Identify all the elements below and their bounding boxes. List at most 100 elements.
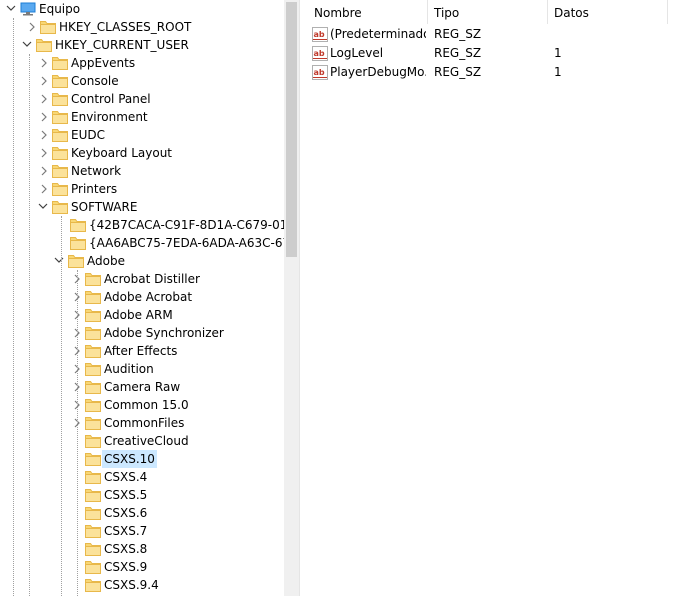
tree-node-label: CommonFiles (104, 416, 185, 430)
chevron-right-icon[interactable] (73, 414, 83, 432)
tree-node[interactable]: {AA6ABC75-7EDA-6ADA-A63C-6782( (0, 234, 284, 252)
tree-node[interactable]: Console (0, 72, 284, 90)
tree-node-label: {AA6ABC75-7EDA-6ADA-A63C-6782( (89, 236, 284, 250)
tree-node[interactable]: Acrobat Distiller (0, 270, 284, 288)
tree-node[interactable]: CSXS.6 (0, 504, 284, 522)
chevron-right-icon[interactable] (73, 396, 83, 414)
tree-node-label: CSXS.9 (104, 560, 148, 574)
chevron-right-icon[interactable] (40, 162, 50, 180)
chevron-right-icon[interactable] (73, 360, 83, 378)
chevron-right-icon[interactable] (73, 324, 83, 342)
column-header-type[interactable]: Tipo (434, 4, 459, 22)
tree-node[interactable]: CSXS.9 (0, 558, 284, 576)
tree-node-label: CSXS.7 (104, 524, 148, 538)
folder-icon (85, 344, 101, 358)
chevron-right-icon[interactable] (28, 18, 38, 36)
tree-node[interactable]: Camera Raw (0, 378, 284, 396)
tree-node-label: CreativeCloud (104, 434, 189, 448)
tree-node-software[interactable]: SOFTWARE (0, 198, 284, 216)
tree-node[interactable]: Network (0, 162, 284, 180)
chevron-right-icon[interactable] (73, 270, 83, 288)
chevron-down-icon[interactable] (6, 0, 16, 18)
tree-node-label: Network (71, 164, 122, 178)
tree-node[interactable]: Printers (0, 180, 284, 198)
folder-icon (52, 200, 68, 214)
chevron-right-icon[interactable] (40, 90, 50, 108)
value-row[interactable]: ab PlayerDebugMo... REG_SZ 1 (306, 63, 697, 82)
values-list[interactable]: Nombre Tipo Datos ab (Predeterminado) RE… (306, 0, 697, 596)
chevron-right-icon[interactable] (73, 306, 83, 324)
chevron-right-icon[interactable] (73, 378, 83, 396)
value-type: REG_SZ (434, 46, 482, 60)
value-data: 1 (554, 46, 562, 60)
chevron-down-icon[interactable] (22, 36, 32, 54)
tree-node[interactable]: CSXS.5 (0, 486, 284, 504)
tree-node[interactable]: Control Panel (0, 90, 284, 108)
tree-node-label: SOFTWARE (71, 200, 138, 214)
tree-node[interactable]: Common 15.0 (0, 396, 284, 414)
tree-node[interactable]: Adobe Acrobat (0, 288, 284, 306)
tree-node[interactable]: After Effects (0, 342, 284, 360)
tree-node[interactable]: CSXS.8 (0, 540, 284, 558)
tree-node[interactable]: CSXS.7 (0, 522, 284, 540)
tree-node-label: Adobe (87, 254, 125, 268)
tree-node[interactable]: Adobe ARM (0, 306, 284, 324)
tree-node[interactable]: CreativeCloud (0, 432, 284, 450)
chevron-down-icon[interactable] (54, 252, 64, 270)
value-row[interactable]: ab (Predeterminado) REG_SZ (306, 25, 697, 44)
folder-icon (70, 236, 86, 250)
tree-node-label: HKEY_CLASSES_ROOT (59, 20, 192, 34)
chevron-right-icon[interactable] (40, 54, 50, 72)
tree-node-label: Printers (71, 182, 118, 196)
tree-node[interactable]: CSXS.4 (0, 468, 284, 486)
chevron-down-icon[interactable] (38, 198, 48, 216)
tree-node-hkcu[interactable]: HKEY_CURRENT_USER (0, 36, 284, 54)
computer-icon (20, 2, 36, 16)
tree-scrollbar[interactable] (284, 0, 299, 596)
tree-node[interactable]: EUDC (0, 126, 284, 144)
chevron-right-icon[interactable] (73, 288, 83, 306)
chevron-right-icon[interactable] (40, 180, 50, 198)
chevron-right-icon[interactable] (40, 72, 50, 90)
tree-node-hkcr[interactable]: HKEY_CLASSES_ROOT (0, 18, 284, 36)
folder-icon (85, 272, 101, 286)
column-separator[interactable] (667, 0, 668, 24)
tree-node-equipo[interactable]: Equipo (0, 0, 284, 18)
folder-icon (85, 524, 101, 538)
tree-node-selected[interactable]: CSXS.10 (0, 450, 284, 468)
folder-icon (52, 146, 68, 160)
tree-node[interactable]: Adobe Synchronizer (0, 324, 284, 342)
tree-node[interactable]: Keyboard Layout (0, 144, 284, 162)
tree-node-label: Environment (71, 110, 148, 124)
tree-node-label: {42B7CACA-C91F-8D1A-C679-01C72 (89, 218, 284, 232)
column-separator[interactable] (427, 0, 428, 24)
value-row[interactable]: ab LogLevel REG_SZ 1 (306, 44, 697, 63)
column-separator[interactable] (547, 0, 548, 24)
tree-node[interactable]: {42B7CACA-C91F-8D1A-C679-01C72 (0, 216, 284, 234)
chevron-right-icon[interactable] (40, 144, 50, 162)
column-header-data[interactable]: Datos (554, 4, 589, 22)
string-value-icon: ab (312, 65, 328, 80)
value-name: (Predeterminado) (330, 27, 426, 41)
tree-node[interactable]: AppEvents (0, 54, 284, 72)
registry-tree[interactable]: Equipo HKEY_CLASSES_ROOT HKEY_CURRENT_USER… (0, 0, 284, 596)
tree-node[interactable]: CommonFiles (0, 414, 284, 432)
folder-icon (85, 542, 101, 556)
tree-node-label: After Effects (104, 344, 178, 358)
tree-node-adobe[interactable]: Adobe (0, 252, 284, 270)
value-data: 1 (554, 65, 562, 79)
folder-icon (85, 362, 101, 376)
chevron-right-icon[interactable] (40, 126, 50, 144)
folder-icon (52, 110, 68, 124)
tree-node-label: CSXS.9.4 (104, 578, 159, 592)
column-header-name[interactable]: Nombre (314, 4, 362, 22)
chevron-right-icon[interactable] (73, 342, 83, 360)
tree-node-label: Adobe ARM (104, 308, 173, 322)
tree-node[interactable]: Audition (0, 360, 284, 378)
pane-splitter[interactable] (299, 0, 306, 596)
tree-node-label: CSXS.5 (104, 488, 148, 502)
tree-scrollbar-thumb[interactable] (286, 2, 297, 257)
tree-node[interactable]: Environment (0, 108, 284, 126)
chevron-right-icon[interactable] (40, 108, 50, 126)
tree-node[interactable]: CSXS.9.4 (0, 576, 284, 594)
